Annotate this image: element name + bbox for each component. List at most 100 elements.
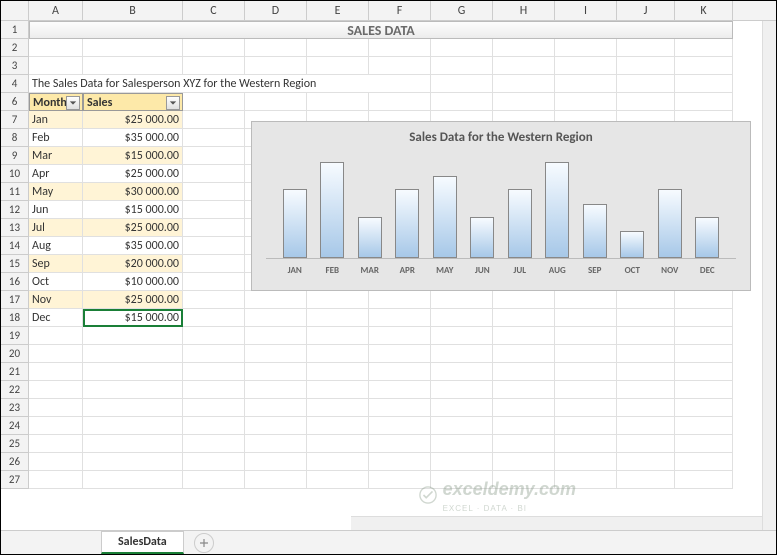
- cell-empty[interactable]: [493, 291, 555, 309]
- sheet-tab-salesdata[interactable]: SalesData: [101, 531, 184, 554]
- cell-empty[interactable]: [29, 327, 83, 345]
- table-cell-month[interactable]: Aug: [29, 237, 83, 255]
- row-header-21[interactable]: 21: [1, 363, 29, 381]
- cell-empty[interactable]: [245, 417, 307, 435]
- cell-empty[interactable]: [29, 39, 83, 57]
- cell-empty[interactable]: [307, 471, 369, 489]
- table-cell-month[interactable]: Dec: [29, 309, 83, 327]
- cell-empty[interactable]: [617, 93, 675, 111]
- table-cell-sales[interactable]: $35 000.00: [83, 129, 183, 147]
- cell-empty[interactable]: [617, 363, 675, 381]
- row-header-12[interactable]: 12: [1, 201, 29, 219]
- table-cell-month[interactable]: Mar: [29, 147, 83, 165]
- cell-empty[interactable]: [183, 237, 245, 255]
- cell-empty[interactable]: [431, 291, 493, 309]
- col-header-E[interactable]: E: [307, 1, 369, 20]
- cell-empty[interactable]: [555, 417, 617, 435]
- cell-empty[interactable]: [555, 345, 617, 363]
- cell-empty[interactable]: [245, 381, 307, 399]
- cell-empty[interactable]: [493, 417, 555, 435]
- cell-empty[interactable]: [245, 327, 307, 345]
- cell-empty[interactable]: [493, 345, 555, 363]
- cell-empty[interactable]: [369, 453, 431, 471]
- table-cell-sales[interactable]: $30 000.00: [83, 183, 183, 201]
- cell-empty[interactable]: [83, 435, 183, 453]
- chart-embedded[interactable]: Sales Data for the Western Region JANFEB…: [251, 121, 751, 291]
- filter-button-month[interactable]: [66, 96, 80, 110]
- cell-empty[interactable]: [83, 453, 183, 471]
- cell-empty[interactable]: [83, 363, 183, 381]
- cell-empty[interactable]: [675, 417, 733, 435]
- cell-empty[interactable]: [83, 327, 183, 345]
- row-header-14[interactable]: 14: [1, 237, 29, 255]
- cell-empty[interactable]: [83, 381, 183, 399]
- table-cell-month[interactable]: Apr: [29, 165, 83, 183]
- cell-empty[interactable]: [183, 165, 245, 183]
- cell-empty[interactable]: [183, 255, 245, 273]
- col-header-H[interactable]: H: [493, 1, 555, 20]
- cell-empty[interactable]: [245, 435, 307, 453]
- col-header-C[interactable]: C: [183, 1, 245, 20]
- cell-empty[interactable]: [555, 435, 617, 453]
- col-header-G[interactable]: G: [431, 1, 493, 20]
- row-header-8[interactable]: 8: [1, 129, 29, 147]
- cell-empty[interactable]: [431, 381, 493, 399]
- row-header-19[interactable]: 19: [1, 327, 29, 345]
- title-cell[interactable]: SALES DATA: [29, 21, 733, 39]
- row-header-11[interactable]: 11: [1, 183, 29, 201]
- cell-empty[interactable]: [675, 363, 733, 381]
- cell-empty[interactable]: [617, 39, 675, 57]
- row-header-6[interactable]: 6: [1, 93, 29, 111]
- cell-empty[interactable]: [493, 93, 555, 111]
- row-header-20[interactable]: 20: [1, 345, 29, 363]
- cell-empty[interactable]: [307, 417, 369, 435]
- cell-empty[interactable]: [245, 363, 307, 381]
- cell-empty[interactable]: [555, 291, 617, 309]
- col-header-K[interactable]: K: [675, 1, 733, 20]
- chart-bar[interactable]: [351, 149, 389, 258]
- cell-empty[interactable]: [493, 453, 555, 471]
- cell-empty[interactable]: [431, 417, 493, 435]
- chart-bar[interactable]: [501, 149, 539, 258]
- row-header-7[interactable]: 7: [1, 111, 29, 129]
- cell-empty[interactable]: [369, 381, 431, 399]
- col-header-I[interactable]: I: [555, 1, 617, 20]
- cell-empty[interactable]: [183, 345, 245, 363]
- chart-bar[interactable]: [389, 149, 427, 258]
- cell-empty[interactable]: [307, 345, 369, 363]
- row-header-16[interactable]: 16: [1, 273, 29, 291]
- col-header-B[interactable]: B: [83, 1, 183, 20]
- chart-bar[interactable]: [614, 149, 652, 258]
- cell-empty[interactable]: [675, 309, 733, 327]
- cell-empty[interactable]: [245, 345, 307, 363]
- row-header-26[interactable]: 26: [1, 453, 29, 471]
- row-header-4[interactable]: 4: [1, 75, 29, 93]
- cell-empty[interactable]: [245, 291, 307, 309]
- table-cell-sales[interactable]: $15 000.00: [83, 147, 183, 165]
- cell-empty[interactable]: [245, 471, 307, 489]
- new-sheet-button[interactable]: [194, 533, 214, 553]
- filter-button-sales[interactable]: [166, 96, 180, 110]
- table-cell-month[interactable]: Jan: [29, 111, 83, 129]
- cell-empty[interactable]: [675, 381, 733, 399]
- cell-empty[interactable]: [307, 363, 369, 381]
- table-cell-month[interactable]: Jul: [29, 219, 83, 237]
- cell-empty[interactable]: [617, 75, 675, 93]
- cell-empty[interactable]: [555, 381, 617, 399]
- cell-empty[interactable]: [555, 327, 617, 345]
- cell-empty[interactable]: [617, 435, 675, 453]
- cell-empty[interactable]: [675, 327, 733, 345]
- table-cell-month[interactable]: Oct: [29, 273, 83, 291]
- cell-empty[interactable]: [555, 75, 617, 93]
- row-header-25[interactable]: 25: [1, 435, 29, 453]
- table-cell-sales[interactable]: $25 000.00: [83, 111, 183, 129]
- table-cell-sales[interactable]: $25 000.00: [83, 165, 183, 183]
- cell-empty[interactable]: [675, 435, 733, 453]
- cell-empty[interactable]: [555, 399, 617, 417]
- cell-empty[interactable]: [307, 327, 369, 345]
- cell-empty[interactable]: [83, 345, 183, 363]
- cell-empty[interactable]: [493, 399, 555, 417]
- cell-empty[interactable]: [183, 201, 245, 219]
- cell-empty[interactable]: [183, 363, 245, 381]
- cell-empty[interactable]: [369, 93, 431, 111]
